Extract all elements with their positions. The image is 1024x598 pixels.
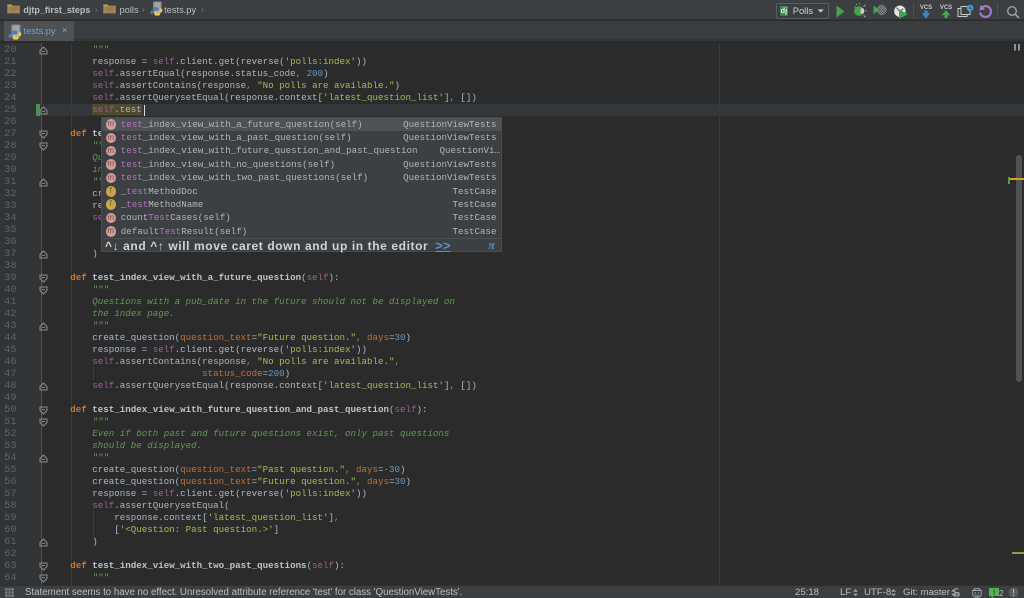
svg-text:VCS: VCS bbox=[920, 5, 932, 11]
